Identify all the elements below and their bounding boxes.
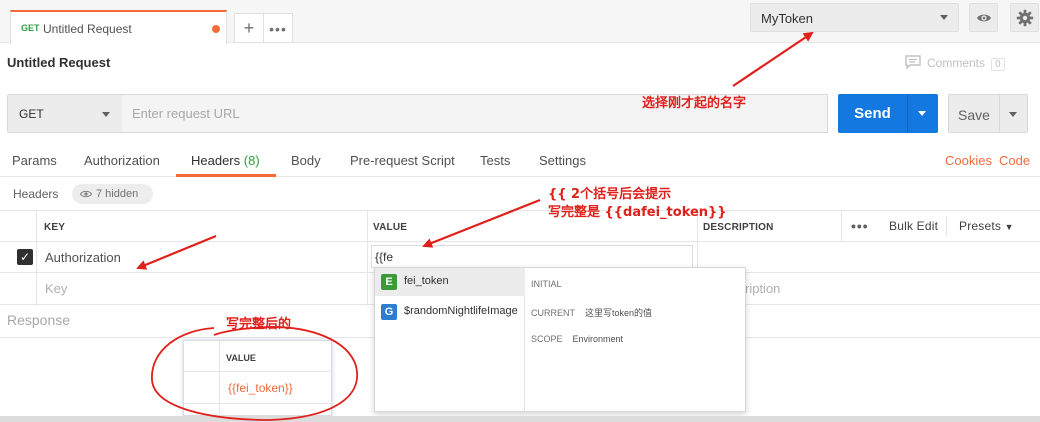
annotation-hint-line2: 写完整是 {{dafei_token}}	[548, 205, 727, 220]
annotation-arrow	[732, 31, 814, 87]
annotation-arrow	[422, 198, 541, 248]
annotation-circle	[151, 326, 359, 421]
annotation-arrow	[136, 234, 217, 270]
annotation-hint-line1: {{ 2个括号后会提示	[548, 187, 672, 202]
annotation-after-complete: 写完整后的	[226, 317, 292, 332]
annotation-overlay	[136, 31, 814, 421]
annotation-select-name: 选择刚才起的名字	[642, 96, 747, 111]
